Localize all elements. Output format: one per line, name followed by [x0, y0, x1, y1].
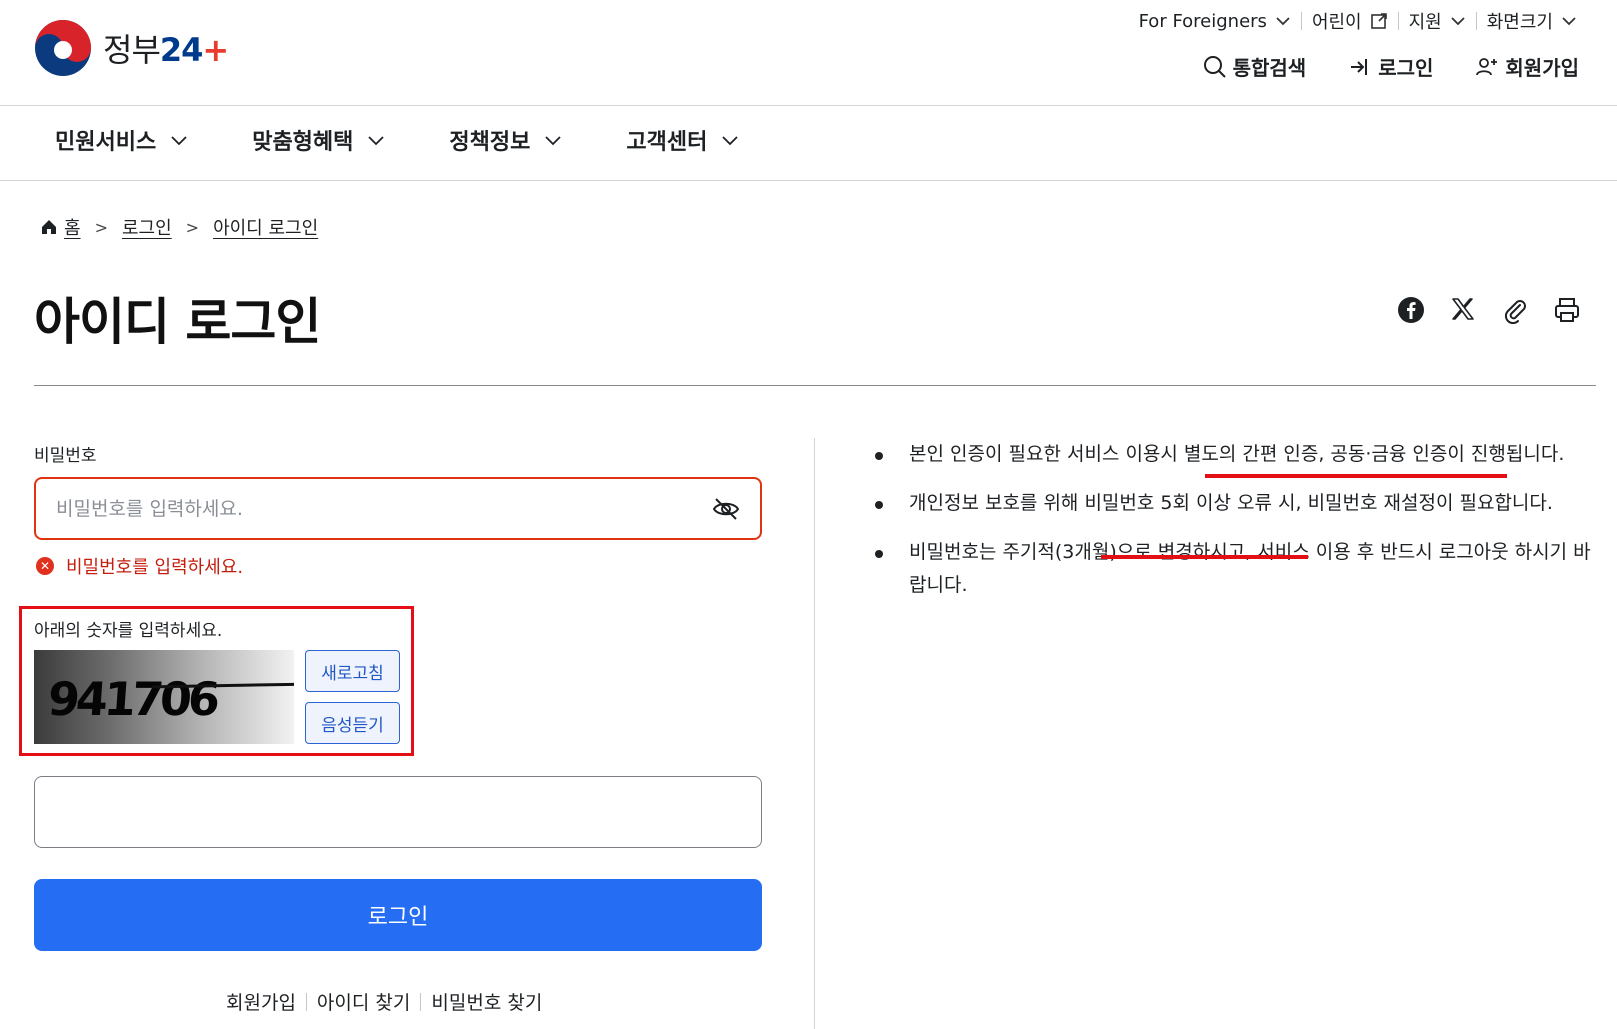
share-toolbar [1385, 296, 1593, 324]
chevron-down-icon [1451, 17, 1465, 26]
password-label: 비밀번호 [34, 446, 97, 466]
screen-size-label: 화면크기 [1486, 12, 1553, 33]
utility-nav: For Foreigners 어린이 지원 화면크기 [1129, 8, 1587, 34]
highlight-underline [1101, 555, 1308, 559]
for-foreigners-label: For Foreigners [1138, 10, 1267, 32]
chevron-down-icon [722, 136, 738, 146]
support-menu[interactable]: 지원 [1399, 8, 1476, 34]
print-button[interactable] [1541, 296, 1593, 324]
breadcrumb-login[interactable]: 로그인 [122, 214, 172, 240]
login-label: 로그인 [1378, 56, 1434, 80]
captcha-image: 941706 [34, 650, 294, 744]
paperclip-icon [1504, 300, 1526, 324]
taegeuk-logo-icon [35, 20, 91, 76]
captcha-label: 아래의 숫자를 입력하세요. [34, 621, 223, 641]
signup-label: 회원가입 [1505, 56, 1579, 80]
breadcrumb: 홈 > 로그인 > 아이디 로그인 [40, 214, 318, 240]
title-divider [34, 385, 1596, 386]
eye-off-icon[interactable] [712, 495, 740, 523]
menu-divider [0, 180, 1617, 181]
signup-link-bottom[interactable]: 회원가입 [226, 988, 296, 1015]
share-x-button[interactable] [1437, 296, 1489, 324]
logo-text: 정부24+ [103, 31, 229, 69]
support-label: 지원 [1408, 12, 1442, 33]
login-icon [1351, 58, 1368, 75]
integrated-search-button[interactable]: 통합검색 [1203, 52, 1307, 81]
account-links: 회원가입 아이디 찾기 비밀번호 찾기 [226, 988, 542, 1015]
captcha-digits: 941706 [46, 672, 218, 726]
notice-item: 비밀번호는 주기적(3개월)으로 변경하시고, 서비스 이용 후 반드시 로그아… [873, 536, 1593, 602]
breadcrumb-home[interactable]: 홈 [64, 214, 81, 240]
print-icon [1555, 298, 1579, 322]
signup-link[interactable]: 회원가입 [1475, 52, 1579, 81]
column-divider [814, 438, 815, 1029]
login-link[interactable]: 로그인 [1348, 52, 1433, 81]
error-icon: ✕ [36, 557, 54, 575]
copy-link-button[interactable] [1489, 296, 1541, 324]
screen-size-menu[interactable]: 화면크기 [1477, 8, 1587, 34]
chevron-down-icon [1276, 17, 1290, 26]
chevron-down-icon [1562, 17, 1576, 26]
captcha-refresh-button[interactable]: 새로고침 [305, 650, 400, 692]
password-error: ✕ 비밀번호를 입력하세요. [36, 553, 243, 579]
menu-policy-info[interactable]: 정책정보 [449, 120, 562, 160]
gov24-logo[interactable]: 정부24+ [33, 18, 229, 78]
captcha-audio-button[interactable]: 음성듣기 [305, 702, 400, 744]
login-notices: 본인 인증이 필요한 서비스 이용시 별도의 간편 인증, 공동·금융 인증이 … [873, 438, 1593, 618]
home-icon [42, 220, 56, 234]
password-input[interactable] [56, 497, 656, 520]
password-field [34, 477, 762, 540]
menu-customer-center[interactable]: 고객센터 [626, 120, 739, 160]
highlight-underline [1205, 474, 1507, 478]
x-icon [1452, 298, 1474, 320]
chevron-down-icon [171, 136, 187, 146]
kids-link[interactable]: 어린이 [1302, 8, 1398, 34]
menu-custom-benefits[interactable]: 맞춤형혜택 [252, 120, 385, 160]
external-link-icon [1370, 13, 1387, 29]
search-icon [1203, 55, 1226, 78]
share-facebook-button[interactable] [1385, 296, 1437, 324]
global-actions: 통합검색 로그인 회원가입 [1161, 52, 1579, 81]
login-button[interactable]: 로그인 [34, 879, 762, 951]
kids-label: 어린이 [1311, 12, 1362, 33]
chevron-down-icon [545, 136, 562, 146]
page-title: 아이디 로그인 [34, 293, 321, 351]
breadcrumb-separator: > [185, 217, 200, 237]
find-password-link[interactable]: 비밀번호 찾기 [431, 988, 542, 1015]
facebook-icon [1398, 297, 1424, 323]
main-menu: 민원서비스 맞춤형혜택 정책정보 고객센터 [55, 120, 803, 160]
breadcrumb-id-login[interactable]: 아이디 로그인 [213, 214, 318, 240]
for-foreigners-menu[interactable]: For Foreigners [1129, 8, 1301, 34]
chevron-down-icon [368, 136, 385, 146]
find-id-link[interactable]: 아이디 찾기 [317, 988, 410, 1015]
captcha-input[interactable] [34, 776, 762, 848]
notice-item: 본인 인증이 필요한 서비스 이용시 별도의 간편 인증, 공동·금융 인증이 … [873, 438, 1593, 471]
add-user-icon [1476, 57, 1498, 75]
password-error-text: 비밀번호를 입력하세요. [66, 557, 244, 578]
menu-civil-service[interactable]: 민원서비스 [55, 120, 188, 160]
breadcrumb-separator: > [94, 217, 108, 237]
integrated-search-label: 통합검색 [1232, 56, 1307, 80]
notice-item: 개인정보 보호를 위해 비밀번호 5회 이상 오류 시, 비밀번호 재설정이 필… [873, 487, 1593, 520]
header-divider [0, 105, 1617, 106]
